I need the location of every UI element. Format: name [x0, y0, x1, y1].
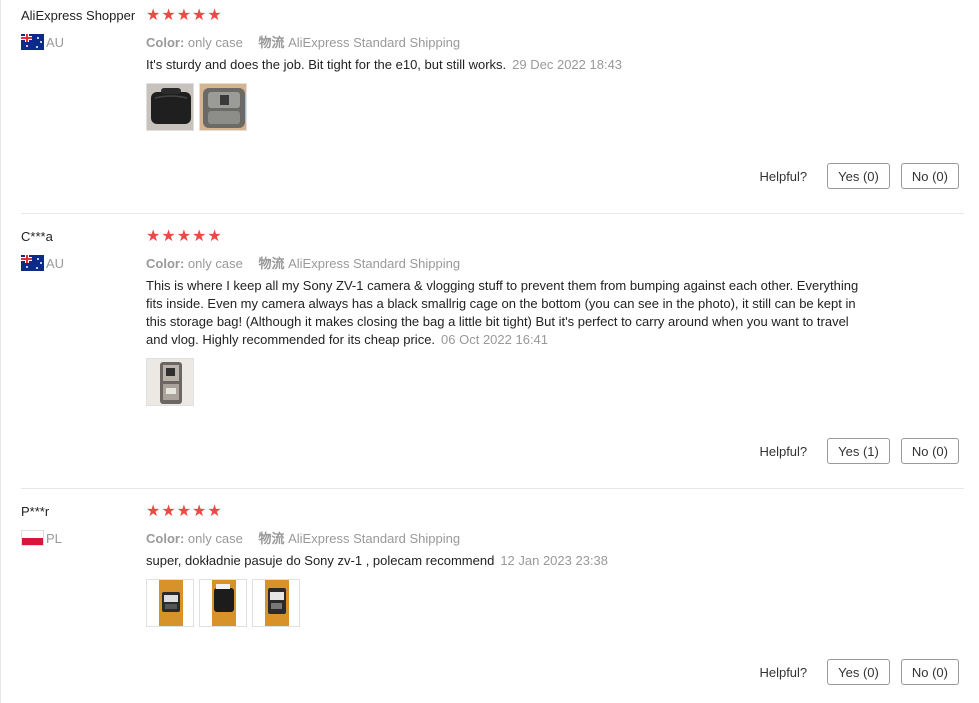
star-icon: ★	[146, 7, 161, 24]
review-photos	[146, 83, 247, 131]
review-sku-info: Color: only case 物流 AliExpress Standard …	[146, 32, 460, 51]
review-photos	[146, 358, 194, 406]
review-photo-thumbnail[interactable]	[199, 83, 247, 131]
color-label: Color:	[146, 35, 185, 50]
reviewer-country: AU	[21, 34, 64, 50]
review-photo-thumbnail[interactable]	[146, 358, 194, 406]
star-icon: ★	[192, 228, 207, 245]
reviewer-name: C***a	[21, 229, 53, 244]
reviewer-country: PL	[21, 530, 62, 546]
star-icon: ★	[207, 503, 222, 520]
helpful-label: Helpful?	[759, 443, 808, 459]
review-sku-info: Color: only case 物流 AliExpress Standard …	[146, 528, 460, 547]
helpful-no-button[interactable]: No (0)	[900, 163, 959, 189]
shipping-value: AliExpress Standard Shipping	[288, 256, 461, 271]
star-icon: ★	[161, 503, 176, 520]
poland-flag-icon	[21, 530, 44, 546]
review-divider	[21, 488, 964, 489]
star-rating: ★ ★ ★ ★ ★	[146, 8, 222, 24]
country-code: AU	[46, 255, 65, 271]
review-body: super, dokładnie pasuje do Sony zv-1 , p…	[146, 553, 495, 568]
review-photo-thumbnail[interactable]	[252, 579, 300, 627]
color-value: only case	[187, 531, 243, 546]
review-photos	[146, 579, 300, 627]
shipping-value: AliExpress Standard Shipping	[288, 35, 461, 50]
helpful-vote: Helpful? Yes (1) No (0)	[759, 438, 959, 464]
reviewer-name: AliExpress Shopper	[21, 8, 136, 23]
helpful-label: Helpful?	[759, 168, 808, 184]
color-value: only case	[187, 35, 243, 50]
reviewer-name: P***r	[21, 504, 50, 519]
review-photo-thumbnail[interactable]	[146, 83, 194, 131]
review-date: 06 Oct 2022 16:41	[441, 332, 549, 347]
review-photo-thumbnail[interactable]	[199, 579, 247, 627]
shipping-label: 物流	[258, 531, 285, 546]
page-left-border	[0, 0, 1, 703]
photo-black-case-exterior	[147, 84, 193, 130]
photo-case-with-camera-on-floor	[253, 580, 299, 626]
star-icon: ★	[176, 503, 192, 520]
star-rating: ★ ★ ★ ★ ★	[146, 504, 222, 520]
helpful-no-button[interactable]: No (0)	[900, 659, 959, 685]
review-date: 12 Jan 2023 23:38	[500, 553, 609, 568]
review-sku-info: Color: only case 物流 AliExpress Standard …	[146, 253, 460, 272]
helpful-yes-button[interactable]: Yes (1)	[827, 438, 890, 464]
color-label: Color:	[146, 531, 185, 546]
shipping-label: 物流	[258, 256, 285, 271]
photo-case-closed-on-floor	[200, 580, 246, 626]
shipping-label: 物流	[258, 35, 285, 50]
australia-flag-icon	[21, 34, 44, 50]
helpful-yes-button[interactable]: Yes (0)	[827, 659, 890, 685]
reviewer-country: AU	[21, 255, 64, 271]
review-text: This is where I keep all my Sony ZV-1 ca…	[146, 277, 866, 349]
star-icon: ★	[192, 7, 207, 24]
star-icon: ★	[176, 7, 192, 24]
star-rating: ★ ★ ★ ★ ★	[146, 229, 222, 245]
star-icon: ★	[207, 228, 222, 245]
star-icon: ★	[176, 228, 192, 245]
helpful-yes-button[interactable]: Yes (0)	[827, 163, 890, 189]
helpful-label: Helpful?	[759, 664, 808, 680]
photo-case-open-on-floor	[147, 580, 193, 626]
australia-flag-icon	[21, 255, 44, 271]
star-icon: ★	[161, 7, 176, 24]
review-body: It's sturdy and does the job. Bit tight …	[146, 57, 507, 72]
review-photo-thumbnail[interactable]	[146, 579, 194, 627]
color-value: only case	[187, 256, 243, 271]
star-icon: ★	[207, 7, 222, 24]
star-icon: ★	[146, 228, 161, 245]
shipping-value: AliExpress Standard Shipping	[288, 531, 461, 546]
review-text: It's sturdy and does the job. Bit tight …	[146, 56, 866, 74]
helpful-vote: Helpful? Yes (0) No (0)	[759, 163, 959, 189]
photo-case-with-camera-inside	[147, 359, 193, 405]
helpful-vote: Helpful? Yes (0) No (0)	[759, 659, 959, 685]
photo-gray-case-interior	[200, 84, 246, 130]
star-icon: ★	[146, 503, 161, 520]
star-icon: ★	[192, 503, 207, 520]
review-divider	[21, 213, 964, 214]
country-code: AU	[46, 34, 65, 50]
color-label: Color:	[146, 256, 185, 271]
review-text: super, dokładnie pasuje do Sony zv-1 , p…	[146, 552, 866, 570]
star-icon: ★	[161, 228, 176, 245]
country-code: PL	[46, 530, 62, 546]
helpful-no-button[interactable]: No (0)	[900, 438, 959, 464]
review-date: 29 Dec 2022 18:43	[512, 57, 623, 72]
